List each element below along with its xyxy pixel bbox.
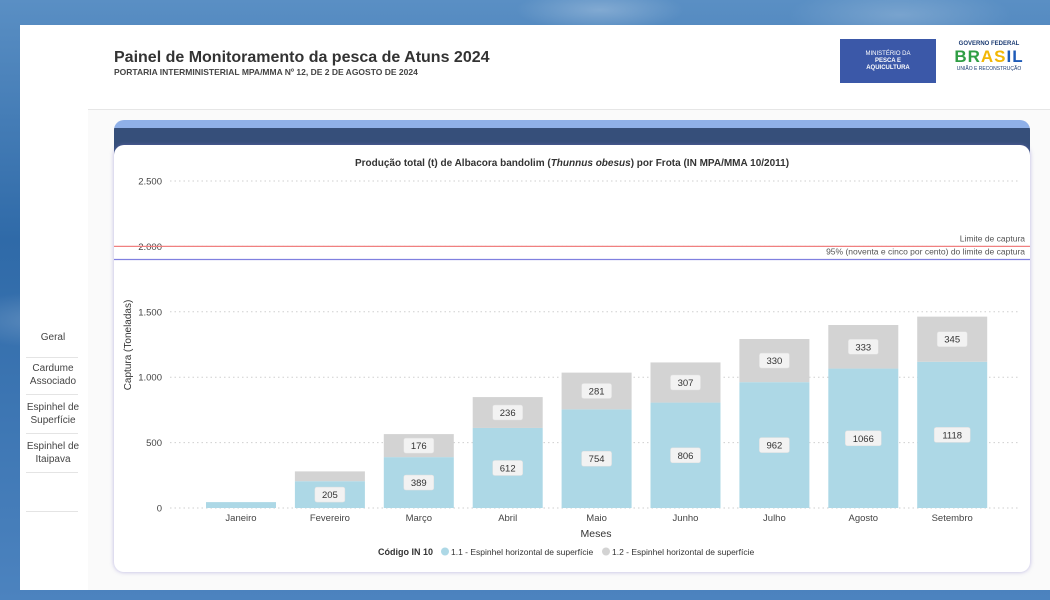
data-label: 330	[766, 356, 782, 367]
data-label: 281	[589, 386, 605, 397]
legend-item-series2[interactable]: 1.2 - Espinhel horizontal de superfície	[612, 547, 754, 557]
data-label: 1066	[853, 434, 874, 445]
x-tick-label: Maio	[586, 513, 607, 524]
x-tick-label: Abril	[498, 513, 517, 524]
x-tick-label: Março	[406, 513, 432, 524]
legend-swatch-series1	[441, 547, 449, 556]
legend-swatch-series2	[602, 547, 610, 556]
x-tick-label: Setembro	[932, 513, 973, 524]
data-label: 612	[500, 463, 516, 474]
y-tick-label: 1.500	[138, 307, 162, 318]
data-label: 1118	[942, 430, 962, 441]
y-tick-label: 2.000	[138, 242, 162, 253]
y-tick-label: 1.000	[138, 373, 162, 384]
x-tick-label: Junho	[673, 513, 699, 524]
x-axis-label: Meses	[581, 528, 612, 540]
data-label: 806	[678, 451, 694, 462]
data-label: 333	[855, 342, 871, 353]
legend-title: Código IN 10	[378, 547, 433, 557]
bar-segment-series1[interactable]	[206, 502, 276, 508]
chart-svg: Produção total (t) de Albacora bandolim …	[114, 158, 1030, 557]
y-tick-label: 2.500	[138, 177, 162, 188]
y-axis-label: Captura (Toneladas)	[123, 300, 134, 391]
y-tick-label: 500	[146, 438, 162, 449]
chart-title: Produção total (t) de Albacora bandolim …	[355, 158, 789, 169]
reference-line-label: Limite de captura	[960, 233, 1025, 243]
data-label: 307	[678, 378, 694, 389]
data-label: 236	[500, 408, 516, 419]
data-label: 345	[944, 335, 960, 346]
data-label: 962	[766, 441, 782, 452]
bar-segment-series2[interactable]	[294, 471, 365, 482]
x-tick-label: Agosto	[849, 513, 879, 524]
reference-line-label: 95% (noventa e cinco por cento) do limit…	[826, 246, 1025, 256]
data-label: 389	[411, 478, 427, 489]
legend-item-series1[interactable]: 1.1 - Espinhel horizontal de superfície	[451, 547, 593, 557]
data-label: 205	[322, 490, 338, 501]
data-label: 176	[411, 441, 427, 452]
x-tick-label: Julho	[763, 513, 786, 524]
legend: Código IN 10 1.1 - Espinhel horizontal d…	[378, 547, 754, 557]
x-tick-label: Fevereiro	[310, 513, 350, 524]
y-tick-label: 0	[157, 504, 162, 515]
x-tick-label: Janeiro	[225, 513, 256, 524]
data-label: 754	[589, 454, 605, 465]
